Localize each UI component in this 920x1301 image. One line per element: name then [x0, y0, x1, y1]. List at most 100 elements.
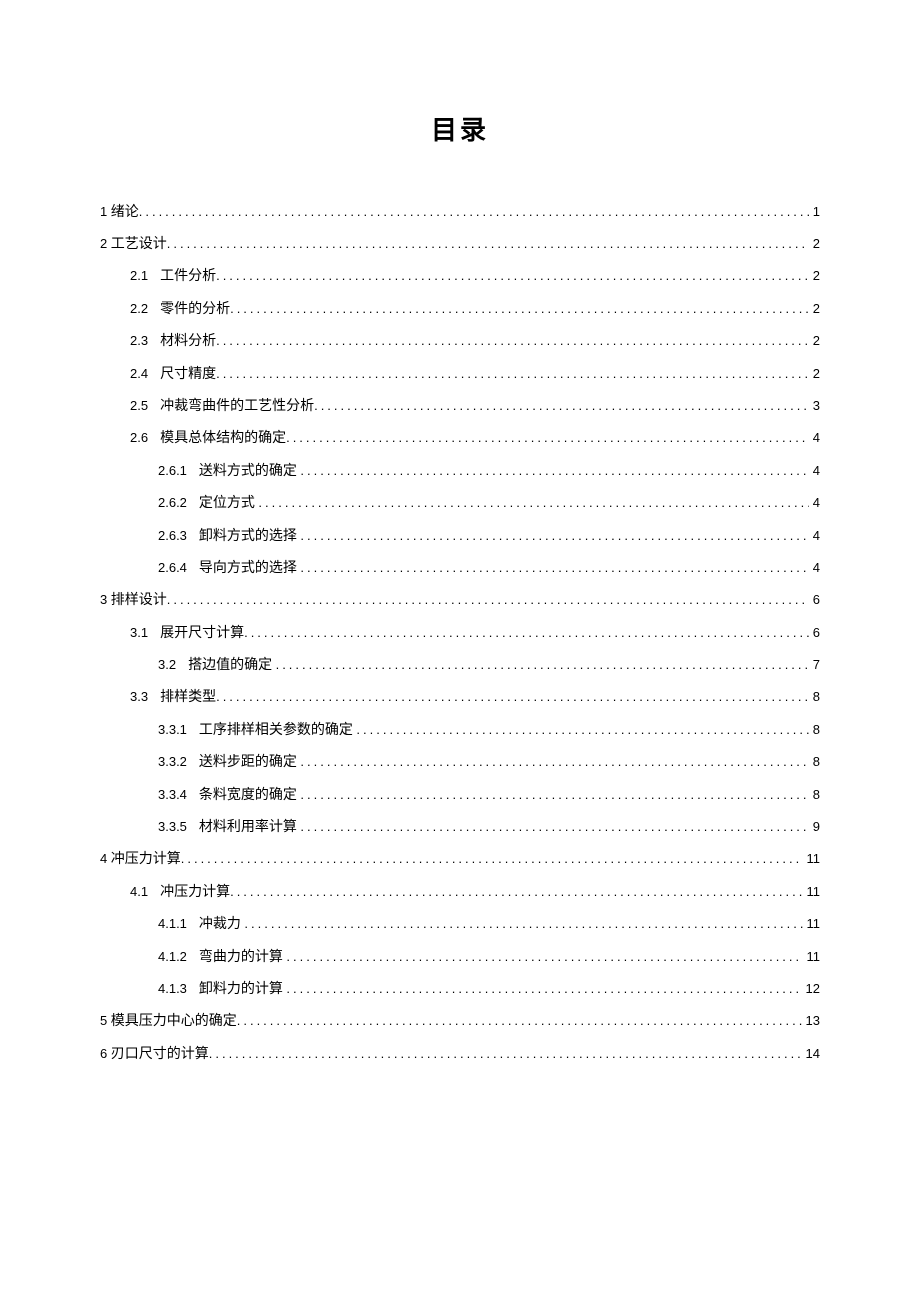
toc-leader-dots [209, 1044, 802, 1065]
toc-number: 3.3 [130, 687, 148, 708]
toc-leader-dots [167, 234, 809, 255]
toc-label: 模具压力中心的确定 [111, 1011, 237, 1033]
toc-entry: 2.2零件的分析2 [130, 299, 820, 321]
toc-entry: 2.6.1送料方式的确定 4 [158, 461, 820, 483]
toc-entry: 6 刃口尺寸的计算14 [100, 1044, 820, 1066]
toc-leader-dots [356, 720, 808, 741]
toc-number: 4.1.1 [158, 914, 187, 935]
toc-number: 2.1 [130, 266, 148, 287]
toc-page: 4 [813, 558, 820, 579]
toc-entry: 3.3.5材料利用率计算 9 [158, 817, 820, 839]
toc-entry: 3.3.1工序排样相关参数的确定 8 [158, 720, 820, 742]
toc-entry: 3.3.4 条料宽度的确定 8 [158, 785, 820, 807]
toc-label: 材料分析 [160, 331, 216, 353]
toc-entry: 4 冲压力计算11 [100, 849, 820, 871]
toc-number: 3.3.1 [158, 720, 187, 741]
toc-label: 卸料方式的选择 [199, 526, 297, 548]
toc-page: 2 [813, 234, 820, 255]
toc-label: 刃口尺寸的计算 [111, 1044, 209, 1066]
toc-leader-dots [300, 461, 808, 482]
toc-number: 2.3 [130, 331, 148, 352]
toc-entry: 2.3 材料分析 2 [130, 331, 820, 353]
toc-leader-dots [258, 493, 808, 514]
toc-number: 6 [100, 1044, 107, 1065]
toc-page: 11 [807, 882, 821, 903]
toc-label: 工件分析 [160, 266, 216, 288]
toc-entry: 2.6.4导向方式的选择 4 [158, 558, 820, 580]
toc-entry: 2.6 模具总体结构的确定 4 [130, 428, 820, 450]
toc-page: 7 [813, 655, 820, 676]
toc-leader-dots [216, 266, 809, 287]
toc-number: 1 [100, 202, 107, 223]
toc-leader-dots [286, 428, 809, 449]
toc-entry: 3.3.2送料步距的确定 8 [158, 752, 820, 774]
toc-leader-dots [167, 590, 809, 611]
toc-label: 工艺设计 [111, 234, 167, 256]
toc-page: 2 [813, 364, 820, 385]
toc-label: 模具总体结构的确定 [160, 428, 286, 450]
toc-label: 条料宽度的确定 [199, 785, 297, 807]
toc-leader-dots [230, 299, 809, 320]
toc-number: 2.4 [130, 364, 148, 385]
toc-leader-dots [181, 849, 803, 870]
toc-entry: 5 模具压力中心的确定13 [100, 1011, 820, 1033]
toc-entry: 3.2搭边值的确定 7 [158, 655, 820, 677]
toc-leader-dots [300, 817, 808, 838]
toc-number: 2.6.1 [158, 461, 187, 482]
toc-page: 8 [813, 785, 820, 806]
toc-page: 8 [813, 752, 820, 773]
toc-label: 展开尺寸计算 [160, 623, 244, 645]
toc-page: 6 [813, 623, 820, 644]
toc-label: 定位方式 [199, 493, 255, 515]
toc-entry: 4.1 冲压力计算 11 [130, 882, 820, 904]
toc-number: 2.2 [130, 299, 148, 320]
toc-entry: 2.5冲裁弯曲件的工艺性分析3 [130, 396, 820, 418]
toc-entry: 2 工艺设计2 [100, 234, 820, 256]
toc-leader-dots [300, 752, 808, 773]
toc-page: 2 [813, 299, 820, 320]
toc-entry: 4.1.3卸料力的计算 12 [158, 979, 820, 1001]
toc-label: 排样类型 [160, 687, 216, 709]
toc-page: 2 [813, 331, 820, 352]
toc-label: 冲压力计算 [111, 849, 181, 871]
toc-label: 弯曲力的计算 [199, 947, 283, 969]
toc-page: 4 [813, 526, 820, 547]
toc-leader-dots [230, 882, 802, 903]
toc-leader-dots [237, 1011, 802, 1032]
toc-page: 11 [807, 947, 821, 968]
toc-number: 4 [100, 849, 107, 870]
toc-entry: 3 排样设计6 [100, 590, 820, 612]
toc-number: 3.3.2 [158, 752, 187, 773]
toc-leader-dots [300, 526, 808, 547]
toc-number: 3.3.4 [158, 785, 187, 806]
toc-label: 材料利用率计算 [199, 817, 297, 839]
toc-label: 冲压力计算 [160, 882, 230, 904]
toc-number: 2.6.2 [158, 493, 187, 514]
toc-entry: 4.1.1冲裁力 11 [158, 914, 820, 936]
toc-page: 8 [813, 687, 820, 708]
toc-page: 4 [813, 493, 820, 514]
toc-entry: 2.4尺寸精度2 [130, 364, 820, 386]
toc-number: 2.6 [130, 428, 148, 449]
toc-number: 2.5 [130, 396, 148, 417]
toc-leader-dots [216, 364, 809, 385]
toc-page: 1 [813, 202, 820, 223]
toc-label: 冲裁弯曲件的工艺性分析 [160, 396, 314, 418]
toc-number: 2 [100, 234, 107, 255]
toc-number: 3.1 [130, 623, 148, 644]
toc-page: 2 [813, 266, 820, 287]
toc-entry: 3.1 展开尺寸计算 6 [130, 623, 820, 645]
toc-leader-dots [286, 947, 802, 968]
toc-page: 11 [807, 914, 821, 935]
toc-label: 绪论 [111, 202, 139, 224]
toc-leader-dots [216, 687, 809, 708]
toc-entry: 2.6.3卸料方式的选择 4 [158, 526, 820, 548]
toc-leader-dots [286, 979, 801, 1000]
toc-number: 3 [100, 590, 107, 611]
toc-page: 13 [806, 1011, 820, 1032]
toc-number: 4.1 [130, 882, 148, 903]
toc-leader-dots [216, 331, 809, 352]
toc-number: 3.2 [158, 655, 176, 676]
toc-label: 导向方式的选择 [199, 558, 297, 580]
toc-page: 4 [813, 428, 820, 449]
